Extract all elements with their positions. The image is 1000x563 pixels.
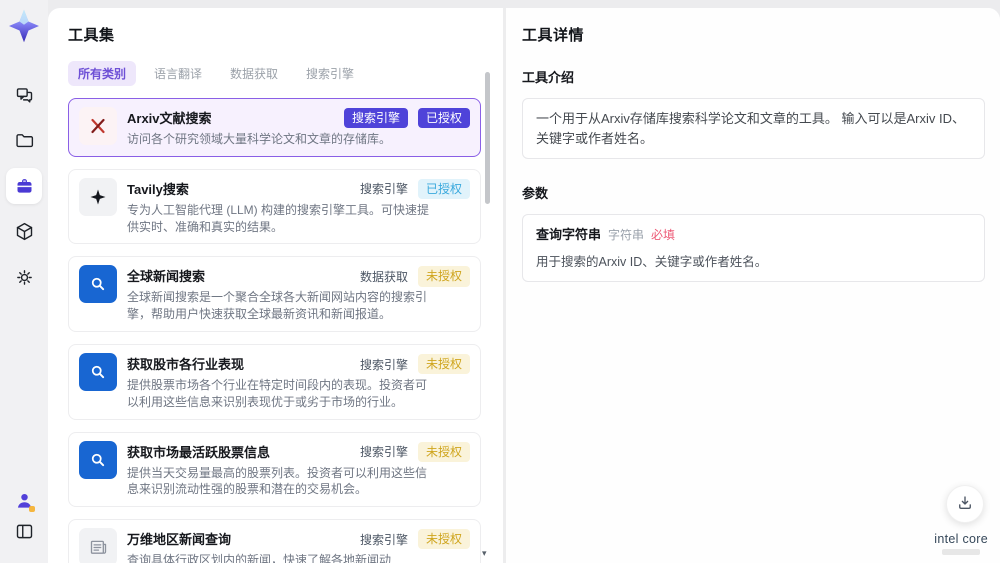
tool-auth-badge: 已授权: [417, 108, 470, 129]
page-title: 工具集: [68, 27, 115, 44]
magnifier-icon: [79, 352, 117, 391]
brand-subtext-blur: [942, 549, 981, 555]
sidebar-item-plugins[interactable]: [6, 213, 42, 249]
avatar-status-dot: [29, 506, 35, 512]
sidebar: [0, 0, 48, 563]
tool-badges: 搜索引擎 已授权: [359, 178, 470, 199]
folder-icon: [14, 130, 35, 151]
sidebar-item-chat[interactable]: [6, 77, 42, 113]
tool-badges: 搜索引擎 已授权: [343, 108, 470, 129]
sidebar-item-settings[interactable]: [6, 259, 42, 295]
tool-card[interactable]: 万维地区新闻查询 查询具体行政区划内的新闻，快速了解各地新闻动 搜索引擎 未授权: [68, 519, 481, 563]
tool-auth-badge: 未授权: [417, 529, 470, 550]
intro-text-box: 一个用于从Arxiv存储库搜索科学论文和文章的工具。 输入可以是Arxiv ID…: [522, 98, 985, 159]
magnifier-icon: [79, 440, 117, 479]
panel-toggle-icon: [14, 521, 35, 542]
category-tab[interactable]: 搜索引擎: [296, 61, 364, 86]
tool-badges: 搜索引擎 未授权: [359, 529, 470, 550]
param-required-flag: 必填: [651, 228, 676, 242]
tool-auth-badge: 未授权: [417, 441, 470, 462]
category-tab[interactable]: 语言翻译: [144, 61, 212, 86]
params-heading: 参数: [522, 186, 549, 201]
download-icon: [956, 494, 974, 515]
download-button[interactable]: [946, 485, 984, 523]
tools-panel: 工具集 所有类别 语言翻译 数据获取 搜索引擎 Arxiv文献搜索 访问各个研究…: [48, 8, 503, 563]
sidebar-item-collapse[interactable]: [6, 513, 42, 549]
tool-badges: 数据获取 未授权: [359, 266, 470, 287]
tool-badges: 搜索引擎 未授权: [359, 353, 470, 375]
intro-heading: 工具介绍: [522, 70, 575, 85]
newspaper-icon: [79, 528, 117, 563]
sidebar-item-tools[interactable]: [6, 168, 42, 204]
tool-detail-panel: 工具详情 工具介绍 一个用于从Arxiv存储库搜索科学论文和文章的工具。 输入可…: [503, 8, 1000, 563]
param-header: 查询字符串 字符串 必填: [536, 225, 971, 245]
param-card: 查询字符串 字符串 必填 用于搜索的Arxiv ID、关键字或作者姓名。: [522, 214, 985, 283]
gear-icon: [14, 267, 35, 288]
tool-description: 访问各个研究领域大量科学论文和文章的存储库。: [127, 132, 392, 146]
tool-category-badge: 搜索引擎: [359, 357, 408, 372]
main-content: 工具集 所有类别 语言翻译 数据获取 搜索引擎 Arxiv文献搜索 访问各个研究…: [48, 8, 1000, 563]
tool-list: Arxiv文献搜索 访问各个研究领域大量科学论文和文章的存储库。 搜索引擎 已授…: [68, 98, 481, 563]
sidebar-item-files[interactable]: [6, 122, 42, 158]
tool-category-badge: 搜索引擎: [359, 182, 408, 197]
tool-category-badge: 搜索引擎: [343, 108, 408, 129]
tool-auth-badge: 未授权: [417, 266, 470, 287]
tool-auth-badge: 未授权: [417, 353, 470, 375]
param-name: 查询字符串: [536, 227, 602, 242]
star-icon: [79, 177, 117, 216]
tool-card[interactable]: 全球新闻搜索 全球新闻搜索是一个聚合全球各大新闻网站内容的搜索引擎，帮助用户快速…: [68, 256, 481, 332]
tool-card[interactable]: Tavily搜索 专为人工智能代理 (LLM) 构建的搜索引擎工具。可快速提供实…: [68, 168, 481, 245]
category-tabs: 所有类别 语言翻译 数据获取 搜索引擎: [68, 61, 503, 86]
tool-badges: 搜索引擎 未授权: [359, 441, 470, 462]
scrollbar-thumb[interactable]: [485, 72, 490, 204]
tool-card[interactable]: Arxiv文献搜索 访问各个研究领域大量科学论文和文章的存储库。 搜索引擎 已授…: [68, 98, 481, 157]
tool-description: 查询具体行政区划内的新闻，快速了解各地新闻动: [127, 553, 392, 563]
tool-description: 提供股票市场各个行业在特定时间段内的表现。投资者可以利用这些信息来识别表现优于或…: [127, 377, 428, 409]
category-tab[interactable]: 数据获取: [220, 61, 288, 86]
arxiv-icon: [79, 107, 117, 145]
tool-category-badge: 数据获取: [359, 269, 408, 284]
tool-card[interactable]: 获取市场最活跃股票信息 提供当天交易量最高的股票列表。投资者可以利用这些信息来识…: [68, 431, 481, 508]
tool-description: 全球新闻搜索是一个聚合全球各大新闻网站内容的搜索引擎，帮助用户快速获取全球最新资…: [127, 290, 428, 322]
tool-description: 提供当天交易量最高的股票列表。投资者可以利用这些信息来识别流动性强的股票和潜在的…: [127, 465, 428, 497]
app-logo-icon[interactable]: [9, 8, 39, 44]
tool-card[interactable]: 获取股市各行业表现 提供股票市场各个行业在特定时间段内的表现。投资者可以利用这些…: [68, 343, 481, 420]
scroll-down-arrow[interactable]: ▾: [482, 548, 487, 559]
category-tab[interactable]: 所有类别: [68, 61, 137, 86]
magnifier-icon: [79, 265, 117, 304]
param-type: 字符串: [608, 228, 645, 242]
tool-category-badge: 搜索引擎: [359, 445, 408, 460]
toolbox-icon: [14, 176, 35, 197]
brand-text: intel core: [934, 532, 988, 546]
tool-description: 专为人工智能代理 (LLM) 构建的搜索引擎工具。可快速提供实时、准确和真实的结…: [127, 202, 430, 234]
chat-icon: [14, 85, 35, 106]
app-window: 工具集 所有类别 语言翻译 数据获取 搜索引擎 Arxiv文献搜索 访问各个研究…: [0, 0, 1000, 563]
detail-title: 工具详情: [522, 27, 585, 44]
param-description: 用于搜索的Arxiv ID、关键字或作者姓名。: [536, 254, 768, 269]
tool-category-badge: 搜索引擎: [359, 532, 408, 547]
tool-auth-badge: 已授权: [417, 178, 470, 199]
cube-icon: [14, 221, 35, 242]
intel-core-logo: intel core: [934, 532, 988, 555]
